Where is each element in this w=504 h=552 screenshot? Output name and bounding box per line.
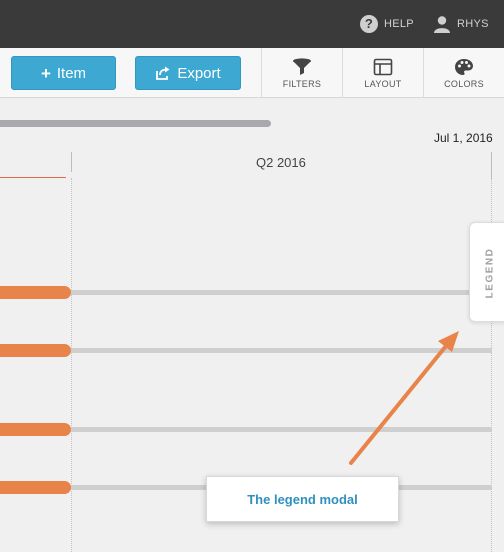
callout-arrow: [349, 331, 459, 465]
callout-text: The legend modal: [247, 491, 358, 507]
callout-box: The legend modal: [206, 476, 399, 522]
